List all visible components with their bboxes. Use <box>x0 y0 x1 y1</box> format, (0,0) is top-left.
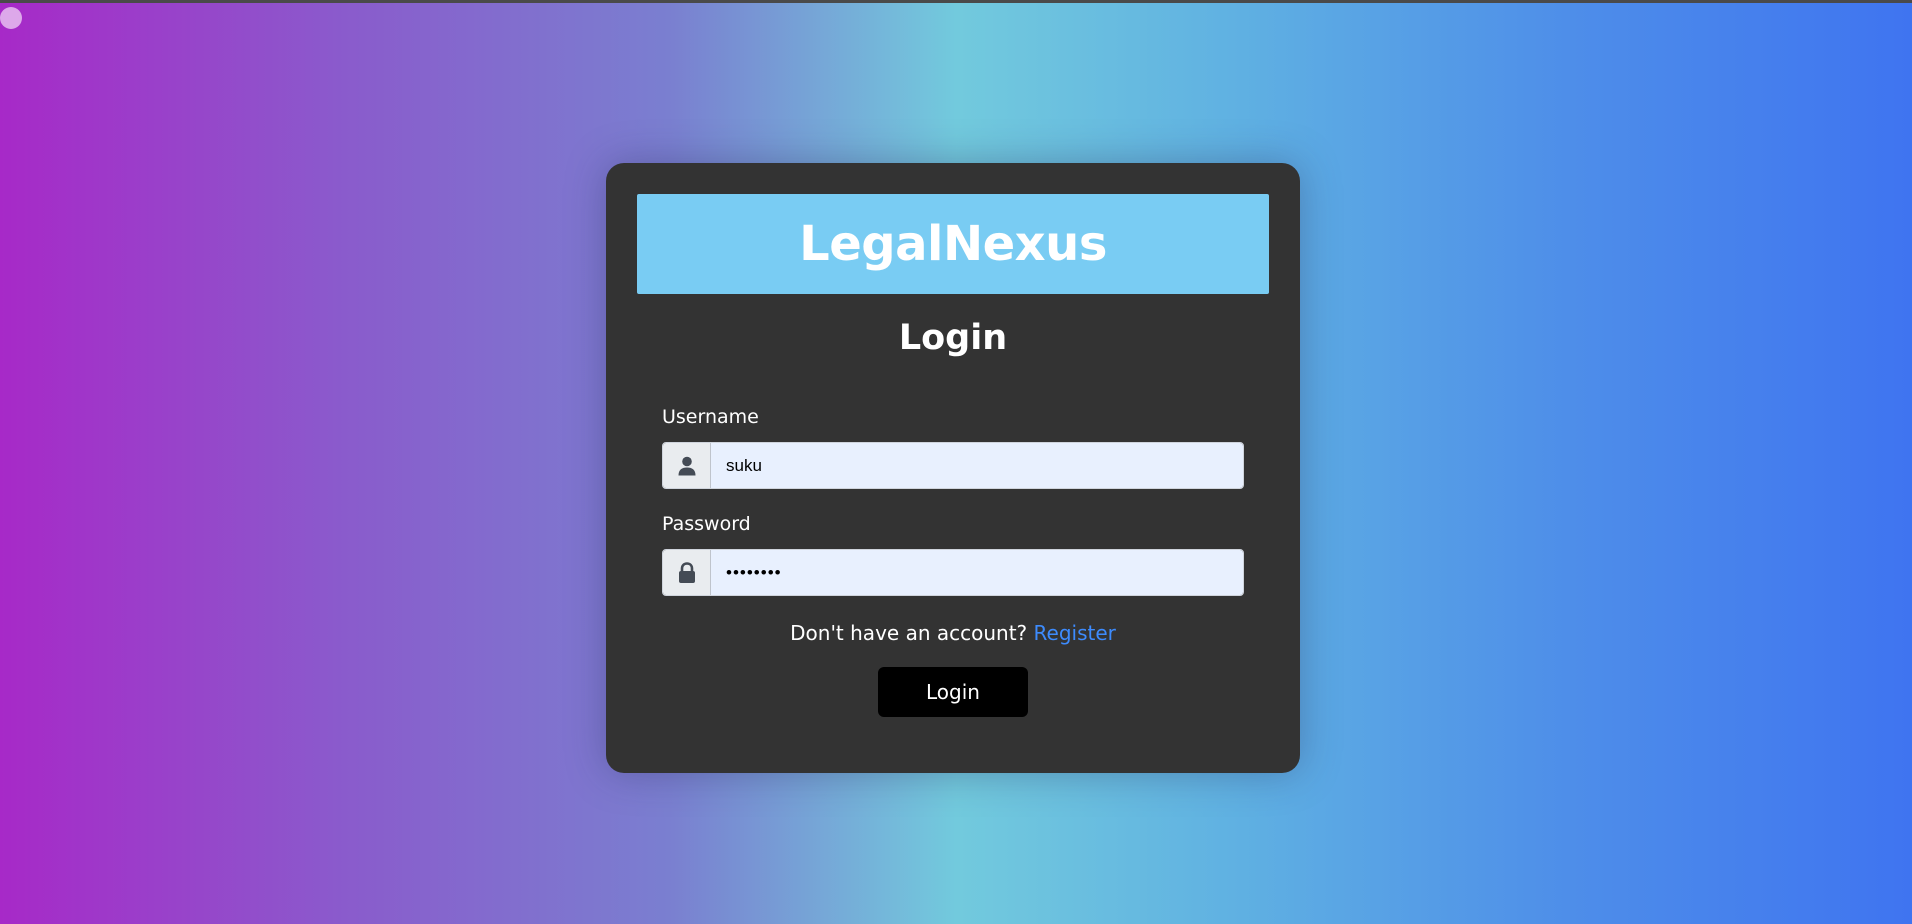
brand-header: LegalNexus <box>637 194 1269 294</box>
page-background: LegalNexus Login Username Password <box>0 0 1912 924</box>
login-button[interactable]: Login <box>878 667 1028 717</box>
login-card: LegalNexus Login Username Password <box>606 163 1300 773</box>
cursor-indicator <box>0 7 22 29</box>
register-link[interactable]: Register <box>1034 621 1116 645</box>
register-prompt-text: Don't have an account? <box>790 621 1028 645</box>
lock-icon <box>663 550 711 595</box>
register-prompt: Don't have an account? Register <box>606 621 1300 645</box>
username-input-group <box>662 442 1244 489</box>
brand-title: LegalNexus <box>799 216 1107 272</box>
username-label: Username <box>662 406 759 428</box>
username-field[interactable] <box>711 443 1243 488</box>
user-icon <box>663 443 711 488</box>
password-field[interactable] <box>711 550 1243 595</box>
password-label: Password <box>662 513 751 535</box>
page-title: Login <box>898 318 1008 358</box>
password-input-group <box>662 549 1244 596</box>
